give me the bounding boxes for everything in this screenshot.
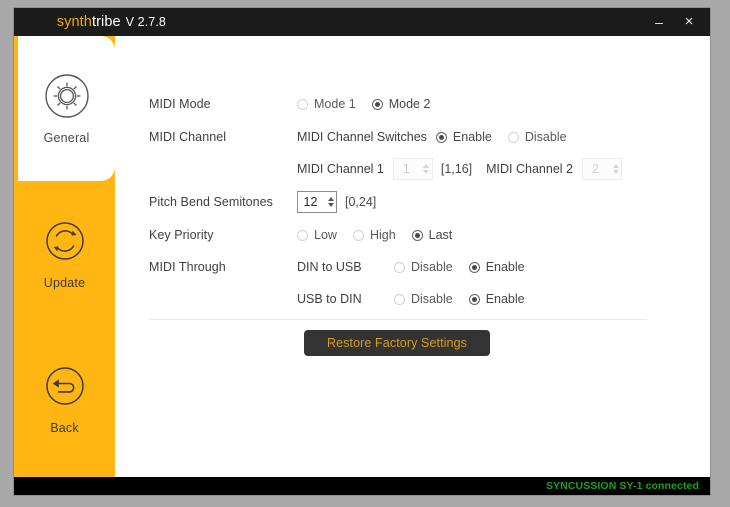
app-window: synthtribe V 2.7.8 – × General Update Ba…: [14, 8, 710, 495]
usb-to-din-group: USB to DIN Disable Enable: [297, 292, 525, 306]
row-label-pitch-bend: Pitch Bend Semitones: [149, 195, 273, 209]
pitch-bend-stepper[interactable]: 12: [297, 191, 337, 213]
radio-label: Mode 1: [314, 97, 356, 111]
midi-channel-switches-group: MIDI Channel Switches Enable Disable: [297, 130, 567, 144]
pitch-bend-range-hint: [0,24]: [345, 195, 377, 209]
radio-usb-to-din-enable[interactable]: Enable: [468, 292, 525, 306]
radio-indicator: [507, 131, 519, 143]
radio-label: Enable: [452, 130, 492, 144]
close-icon[interactable]: ×: [674, 8, 704, 36]
section-divider: [149, 319, 647, 320]
sub-label-usb-to-din: USB to DIN: [297, 292, 362, 306]
app-version: V 2.7.8: [125, 15, 166, 29]
midi-channel-1-value: 1: [402, 162, 410, 176]
radio-indicator: [394, 293, 405, 305]
refresh-circle-icon: [42, 218, 88, 264]
restore-factory-settings-button[interactable]: Restore Factory Settings: [304, 330, 490, 356]
midi-mode-radio-group: Mode 1 Mode 2: [297, 97, 430, 111]
midi-channel-number-fields: MIDI Channel 1 1 [1,16] MIDI Channel 2 2: [297, 158, 630, 180]
sidebar-item-back[interactable]: Back: [14, 326, 115, 471]
window-controls: – ×: [644, 8, 704, 36]
row-midi-through-din-usb: MIDI Through DIN to USB Disable Enable: [149, 256, 698, 278]
radio-key-priority-high[interactable]: High: [352, 228, 396, 242]
sidebar-item-label: General: [43, 130, 90, 145]
radio-label: High: [369, 228, 396, 242]
midi-channel-1-stepper[interactable]: 1: [392, 158, 433, 180]
radio-indicator: [468, 293, 480, 305]
radio-indicator: [435, 131, 447, 143]
sidebar-item-label: Update: [43, 275, 86, 290]
status-bar: SYNCUSSION SY-1 connected: [14, 477, 710, 495]
row-label-midi-channel: MIDI Channel: [149, 130, 227, 144]
sidebar-item-label: Back: [50, 420, 79, 435]
radio-din-to-usb-enable[interactable]: Enable: [468, 260, 525, 274]
row-label-midi-mode: MIDI Mode: [149, 97, 211, 111]
sidebar-item-update[interactable]: Update: [14, 181, 115, 326]
radio-key-priority-last[interactable]: Last: [411, 228, 453, 242]
sidebar: General Update Back: [14, 36, 115, 477]
radio-indicator: [394, 261, 405, 273]
row-key-priority: Key Priority Low High Last: [149, 224, 698, 246]
radio-channel-switches-disable[interactable]: Disable: [507, 130, 567, 144]
radio-label: Low: [314, 228, 337, 242]
pitch-bend-value: 12: [303, 195, 318, 209]
stepper-arrows-icon[interactable]: [421, 159, 432, 179]
radio-midi-mode-1[interactable]: Mode 1: [297, 97, 356, 111]
radio-label: Disable: [411, 260, 453, 274]
title-bar: synthtribe V 2.7.8 – ×: [14, 8, 710, 36]
radio-indicator: [297, 229, 308, 241]
stepper-arrows-icon[interactable]: [325, 192, 336, 212]
row-pitch-bend: Pitch Bend Semitones 12 [0,24]: [149, 191, 698, 213]
sub-label-din-to-usb: DIN to USB: [297, 260, 362, 274]
midi-channel-2-value: 2: [592, 162, 599, 176]
sub-label-midi-channel-1: MIDI Channel 1: [297, 162, 384, 176]
app-title-brand-primary: synth: [56, 14, 92, 30]
app-title-brand-secondary: tribe: [91, 14, 121, 30]
radio-label: Disable: [411, 292, 453, 306]
row-label-key-priority: Key Priority: [149, 228, 214, 242]
radio-usb-to-din-disable[interactable]: Disable: [394, 292, 453, 306]
settings-panel: MIDI Mode Mode 1 Mode 2 MIDI Channel MID…: [115, 36, 710, 477]
radio-din-to-usb-disable[interactable]: Disable: [394, 260, 453, 274]
radio-indicator: [468, 261, 480, 273]
radio-label: Last: [428, 228, 453, 242]
stepper-arrows-icon[interactable]: [610, 159, 621, 179]
status-badge: SYNCUSSION SY-1 connected: [545, 480, 699, 492]
row-midi-mode: MIDI Mode Mode 1 Mode 2: [149, 93, 698, 115]
radio-channel-switches-enable[interactable]: Enable: [435, 130, 492, 144]
radio-label: Enable: [485, 292, 525, 306]
radio-key-priority-low[interactable]: Low: [297, 228, 337, 242]
radio-label: Mode 2: [388, 97, 431, 111]
row-midi-through-usb-din: USB to DIN Disable Enable: [149, 288, 698, 310]
din-to-usb-group: DIN to USB Disable Enable: [297, 260, 525, 274]
sub-label-midi-channel-2: MIDI Channel 2: [486, 162, 573, 176]
key-priority-radio-group: Low High Last: [297, 228, 452, 242]
midi-channel-2-stepper[interactable]: 2: [582, 158, 622, 180]
radio-label: Disable: [524, 130, 567, 144]
radio-indicator: [297, 98, 308, 110]
radio-indicator: [371, 98, 383, 110]
radio-indicator: [352, 229, 364, 241]
back-arrow-icon: [42, 363, 88, 409]
row-label-midi-through: MIDI Through: [149, 260, 226, 274]
row-midi-channel-numbers: MIDI Channel 1 1 [1,16] MIDI Channel 2 2: [149, 158, 698, 180]
sub-label-midi-channel-switches: MIDI Channel Switches: [297, 130, 427, 144]
row-midi-channel: MIDI Channel MIDI Channel Switches Enabl…: [149, 126, 698, 148]
minimize-icon[interactable]: –: [644, 8, 674, 36]
midi-channel-range-hint: [1,16]: [440, 162, 473, 176]
window-body: General Update Back MIDI Mode Mode 1 Mod…: [14, 36, 710, 477]
radio-label: Enable: [485, 260, 525, 274]
sidebar-item-general[interactable]: General: [18, 36, 115, 181]
radio-midi-mode-2[interactable]: Mode 2: [371, 97, 431, 111]
gear-icon: [44, 73, 90, 119]
radio-indicator: [411, 229, 423, 241]
pitch-bend-fields: 12 [0,24]: [297, 191, 390, 213]
